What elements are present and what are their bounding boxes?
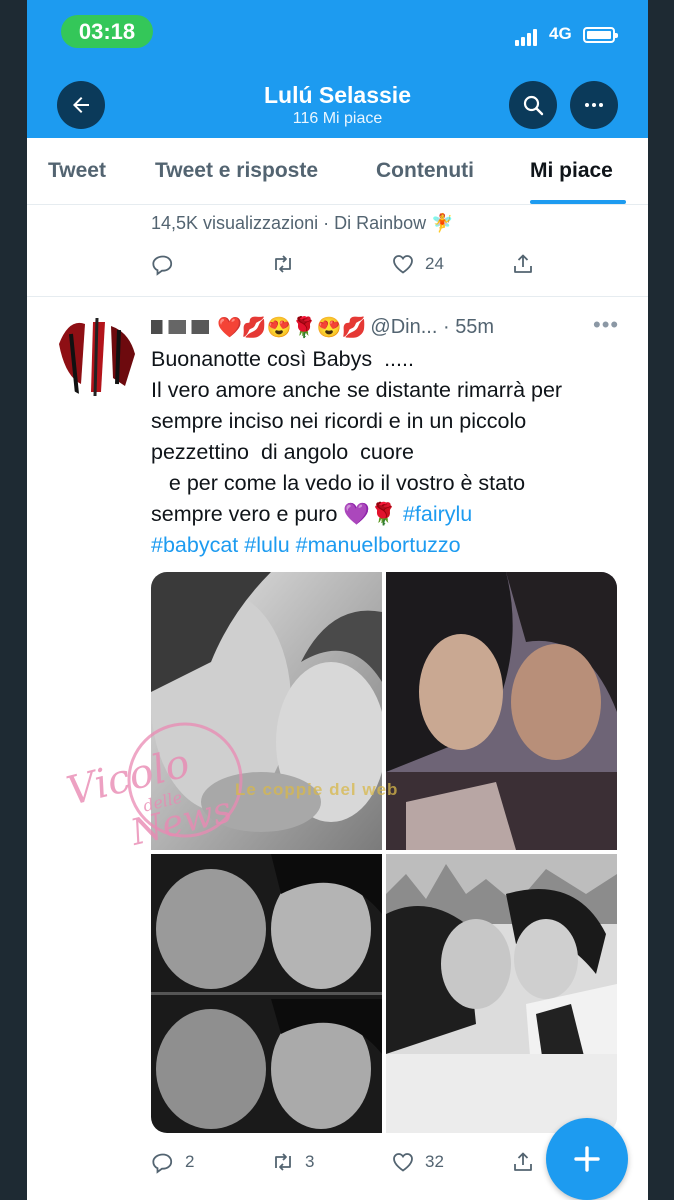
search-button[interactable] bbox=[509, 81, 557, 129]
reply-icon bbox=[152, 255, 173, 276]
tweet-line: sempre inciso nei ricordi e in un piccol… bbox=[151, 409, 527, 433]
status-time: 03:18 bbox=[61, 15, 153, 48]
tweet-line: Il vero amore anche se distante rimarrà … bbox=[151, 378, 563, 402]
more-button[interactable] bbox=[570, 81, 618, 129]
tab-tweet[interactable]: Tweet bbox=[48, 159, 106, 183]
like-count: 32 bbox=[425, 1152, 444, 1171]
tab-contenuti[interactable]: Contenuti bbox=[376, 159, 474, 183]
plus-icon bbox=[574, 1146, 600, 1172]
like-count: 24 bbox=[425, 254, 444, 273]
battery-icon bbox=[583, 27, 618, 43]
retweet-icon bbox=[275, 1153, 291, 1171]
hashtag-link[interactable]: #manuelbortuzzo bbox=[296, 533, 461, 557]
share-icon bbox=[514, 254, 532, 273]
previous-tweet-meta: 14,5K visualizzazioni · Di Rainbow 🧚 bbox=[151, 213, 454, 233]
phone-screen: 03:18 4G Lulú Selassie 116 Mi piace Twee… bbox=[27, 0, 648, 1200]
tweet-handle: @Din... bbox=[370, 315, 438, 338]
hashtag-link[interactable]: #fairylu bbox=[403, 502, 472, 526]
reply-button[interactable] bbox=[151, 250, 175, 278]
profile-tabs: Tweet Tweet e risposte Contenuti Mi piac… bbox=[27, 138, 648, 205]
reply-button[interactable]: 2 bbox=[151, 1148, 194, 1176]
tweet-author-row[interactable]: ❤️💋😍🌹😍💋 @Din... · 55m bbox=[151, 312, 494, 342]
tweet-time: 55m bbox=[455, 315, 495, 338]
share-icon bbox=[514, 1152, 532, 1171]
dot-separator: · bbox=[437, 315, 456, 338]
previous-tweet-actions: 24 bbox=[27, 250, 648, 280]
reply-count: 2 bbox=[185, 1152, 195, 1171]
watermark-overlay-text: Le coppie del web bbox=[235, 780, 399, 799]
like-button[interactable]: 24 bbox=[391, 250, 444, 278]
tweet-text: Buonanotte così Babys ..... Il vero amor… bbox=[151, 344, 621, 561]
watermark-logo: Vicolo delle News bbox=[62, 712, 248, 862]
compose-tweet-button[interactable] bbox=[546, 1118, 628, 1200]
share-button[interactable] bbox=[511, 1148, 535, 1176]
photo-couple-3[interactable] bbox=[151, 854, 382, 1133]
tweet-options-icon[interactable]: ••• bbox=[593, 312, 619, 338]
signal-icon bbox=[515, 28, 539, 46]
hashtag-link[interactable]: #babycat bbox=[151, 533, 238, 557]
photo-couple-2[interactable] bbox=[386, 572, 617, 850]
retweet-icon bbox=[275, 255, 291, 273]
network-label: 4G bbox=[549, 24, 572, 43]
retweet-button[interactable] bbox=[271, 250, 295, 278]
avatar-image bbox=[55, 314, 139, 398]
photo-couple-4[interactable] bbox=[386, 854, 617, 1133]
like-button[interactable]: 32 bbox=[391, 1148, 444, 1176]
tweet-line: pezzettino di angolo cuore bbox=[151, 440, 414, 464]
avatar[interactable] bbox=[55, 314, 139, 398]
search-icon bbox=[523, 95, 544, 116]
heart-icon bbox=[393, 255, 413, 274]
tweet-line: Buonanotte così Babys ..... bbox=[151, 347, 414, 371]
heart-icon bbox=[393, 1153, 413, 1172]
more-horizontal-icon bbox=[585, 103, 603, 107]
profile-header: 03:18 4G Lulú Selassie 116 Mi piace bbox=[27, 0, 648, 138]
tweet-line: sempre vero e puro 💜🌹 bbox=[151, 502, 397, 526]
retweet-count: 3 bbox=[305, 1152, 315, 1171]
tab-mi-piace[interactable]: Mi piace bbox=[530, 159, 613, 183]
blurred-display-name bbox=[151, 320, 209, 334]
retweet-button[interactable]: 3 bbox=[271, 1148, 314, 1176]
tab-tweet-e-risposte[interactable]: Tweet e risposte bbox=[155, 159, 318, 183]
share-button[interactable] bbox=[511, 250, 535, 278]
active-tab-indicator bbox=[530, 200, 626, 204]
name-emojis: ❤️💋😍🌹😍💋 bbox=[217, 316, 367, 339]
tweet-divider bbox=[27, 296, 648, 297]
tweet-line: e per come la vedo io il vostro è stato bbox=[151, 471, 526, 495]
hashtag-link[interactable]: #lulu bbox=[244, 533, 289, 557]
reply-icon bbox=[152, 1153, 173, 1174]
